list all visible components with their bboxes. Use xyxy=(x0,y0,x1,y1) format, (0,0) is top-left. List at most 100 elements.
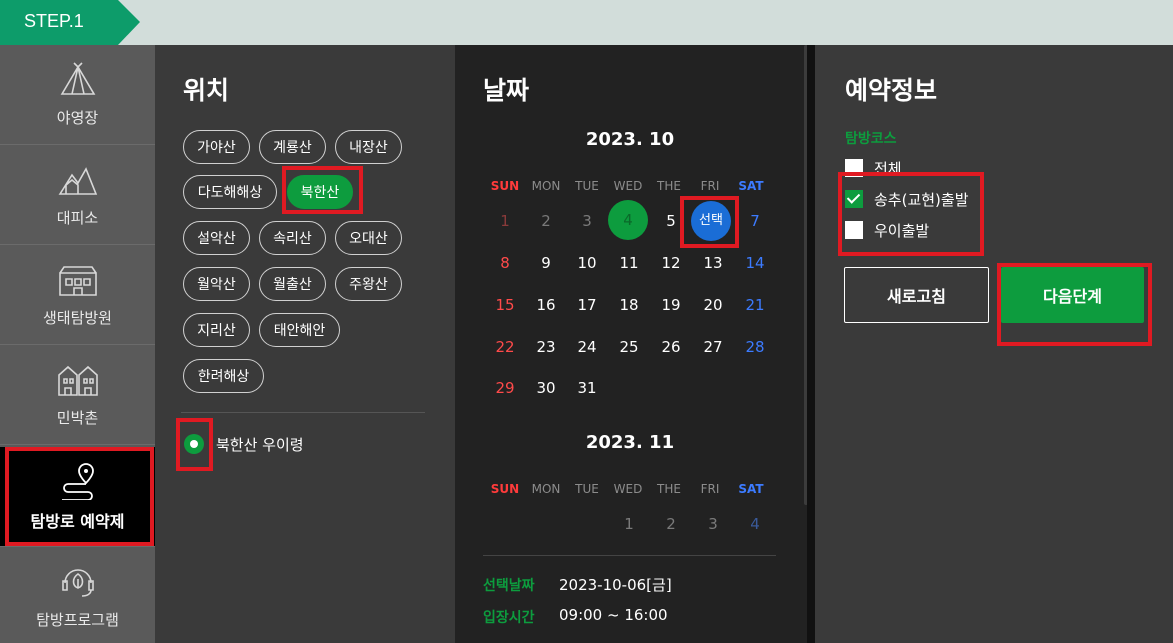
sidebar-item-homestay[interactable]: 민박촌 xyxy=(0,345,155,445)
day-cell[interactable]: 10 xyxy=(566,242,608,284)
next-step-button[interactable]: 다음단계 xyxy=(1001,267,1144,323)
chip-dadohae[interactable]: 다도해해상 xyxy=(183,175,277,209)
day-cell[interactable]: 23 xyxy=(525,326,567,368)
checkbox-songchu-label: 송추(교현)출발 xyxy=(874,191,969,209)
day-cell[interactable]: 28 xyxy=(734,326,776,368)
course-label: 탐방코스 xyxy=(845,131,897,147)
day-cell[interactable]: 31 xyxy=(566,367,608,409)
day-cell[interactable]: 29 xyxy=(484,367,526,409)
dow-mon: MON xyxy=(531,179,561,193)
selected-date-label: 선택날짜 xyxy=(483,578,535,594)
day-cell[interactable]: 16 xyxy=(525,284,567,326)
sidebar-item-campsite[interactable]: 야영장 xyxy=(0,45,155,145)
trail-option-label: 북한산 우이령 xyxy=(216,436,304,454)
dow-sun: SUN xyxy=(490,179,520,193)
sidebar-item-label: 탐방로 예약제 xyxy=(30,511,125,531)
sidebar-item-shelter[interactable]: 대피소 xyxy=(0,145,155,245)
day-cell[interactable]: 26 xyxy=(650,326,692,368)
chip-juwangsan[interactable]: 주왕산 xyxy=(335,267,402,301)
day-cell[interactable]: 14 xyxy=(734,242,776,284)
day-cell[interactable]: 17 xyxy=(566,284,608,326)
reservation-title: 예약정보 xyxy=(845,76,938,105)
day-cell[interactable]: 27 xyxy=(692,326,734,368)
day-cell-today: 4 xyxy=(608,200,648,240)
month-title-oct: 2023. 10 xyxy=(585,129,675,150)
day-cell: 2 xyxy=(541,212,551,230)
checkbox-ui[interactable] xyxy=(845,221,863,239)
dow-fri: FRI xyxy=(700,482,720,496)
sidebar-item-label: 탐방프로그램 xyxy=(36,611,119,629)
dow-thu: THE xyxy=(657,179,681,193)
checkbox-songchu[interactable] xyxy=(845,190,863,208)
sidebar-item-program[interactable]: 탐방프로그램 xyxy=(0,547,155,643)
chip-jirisan[interactable]: 지리산 xyxy=(183,313,250,347)
trail-radio[interactable] xyxy=(184,434,204,454)
day-cell[interactable]: 7 xyxy=(734,200,776,242)
chip-hallyeo[interactable]: 한려해상 xyxy=(183,359,264,393)
panel-gap xyxy=(807,45,815,643)
dow-tue: TUE xyxy=(575,179,599,193)
date-panel: 날짜 2023. 10 SUN MON TUE WED THE FRI SAT … xyxy=(455,45,807,643)
chip-gayasan[interactable]: 가야산 xyxy=(183,130,250,164)
day-cell[interactable]: 15 xyxy=(484,284,526,326)
mountain-shelter-icon xyxy=(58,167,97,195)
day-cell[interactable]: 12 xyxy=(650,242,692,284)
day-cell[interactable]: 21 xyxy=(734,284,776,326)
dow-wed: WED xyxy=(613,482,643,496)
day-cell[interactable]: 22 xyxy=(484,326,526,368)
reservation-panel: 예약정보 탐방코스 전체 송추(교현)출발 우이출발 새로고침 다음단계 xyxy=(815,45,1173,643)
day-cell: 2 xyxy=(666,515,676,533)
day-cell[interactable]: 5 xyxy=(650,200,692,242)
day-cell[interactable]: 19 xyxy=(650,284,692,326)
dow-wed: WED xyxy=(613,179,643,193)
checkbox-all[interactable] xyxy=(845,159,863,177)
day-cell[interactable]: 11 xyxy=(608,242,650,284)
refresh-button[interactable]: 새로고침 xyxy=(844,267,989,323)
chip-bukhansan[interactable]: 북한산 xyxy=(287,175,353,209)
chip-songnisan[interactable]: 속리산 xyxy=(259,221,326,255)
day-cell: 4 xyxy=(750,515,760,533)
building-icon xyxy=(58,266,97,296)
entry-time-value: 09:00 ~ 16:00 xyxy=(559,606,668,624)
day-cell[interactable]: 24 xyxy=(566,326,608,368)
chip-seoraksan[interactable]: 설악산 xyxy=(183,221,250,255)
month-title-nov: 2023. 11 xyxy=(585,432,675,453)
sidebar-item-label: 생태탐방원 xyxy=(42,309,112,327)
day-cell[interactable]: 9 xyxy=(525,242,567,284)
chip-gyeryongsan[interactable]: 계룡산 xyxy=(259,130,326,164)
checkbox-all-label: 전체 xyxy=(874,160,902,178)
sidebar-item-label: 야영장 xyxy=(56,109,99,127)
day-cell[interactable]: 25 xyxy=(608,326,650,368)
step-label: STEP.1 xyxy=(24,11,84,31)
day-cell[interactable]: 13 xyxy=(692,242,734,284)
day-cell: 1 xyxy=(500,212,510,230)
day-cell[interactable]: 18 xyxy=(608,284,650,326)
chip-naejangsan[interactable]: 내장산 xyxy=(335,130,402,164)
sidebar-item-trail-reservation[interactable]: 탐방로 예약제 xyxy=(0,447,155,547)
day-cell[interactable]: 8 xyxy=(484,242,526,284)
dow-sat: SAT xyxy=(738,179,764,193)
location-panel: 위치 가야산 계룡산 내장산 다도해해상 북한산 설악산 속리산 오대산 월악산… xyxy=(155,45,455,643)
dow-sun: SUN xyxy=(490,482,520,496)
dow-sat: SAT xyxy=(738,482,764,496)
dow-mon: MON xyxy=(531,482,561,496)
houses-icon xyxy=(57,365,98,396)
checkbox-ui-label: 우이출발 xyxy=(874,222,930,240)
step-tag: STEP.1 xyxy=(0,0,140,45)
chip-odaesan[interactable]: 오대산 xyxy=(335,221,402,255)
day-cell: 3 xyxy=(582,212,592,230)
chip-wolchulsan[interactable]: 월출산 xyxy=(259,267,326,301)
sidebar-item-eco-center[interactable]: 생태탐방원 xyxy=(0,245,155,345)
day-cell-selected[interactable]: 선택 xyxy=(691,201,731,241)
program-headset-icon xyxy=(61,569,94,597)
chip-taean[interactable]: 태안해안 xyxy=(259,313,340,347)
step-bar: STEP.1 xyxy=(0,0,1173,45)
chip-woraksan[interactable]: 월악산 xyxy=(183,267,250,301)
date-divider xyxy=(483,555,776,556)
day-cell: 1 xyxy=(624,515,634,533)
sidebar: 야영장 대피소 생태탐방원 민박촌 탐방로 예약제 탐방프로그램 xyxy=(0,45,155,643)
day-cell[interactable]: 20 xyxy=(692,284,734,326)
date-title: 날짜 xyxy=(483,76,530,105)
day-cell[interactable]: 30 xyxy=(525,367,567,409)
entry-time-label: 입장시간 xyxy=(483,610,535,626)
